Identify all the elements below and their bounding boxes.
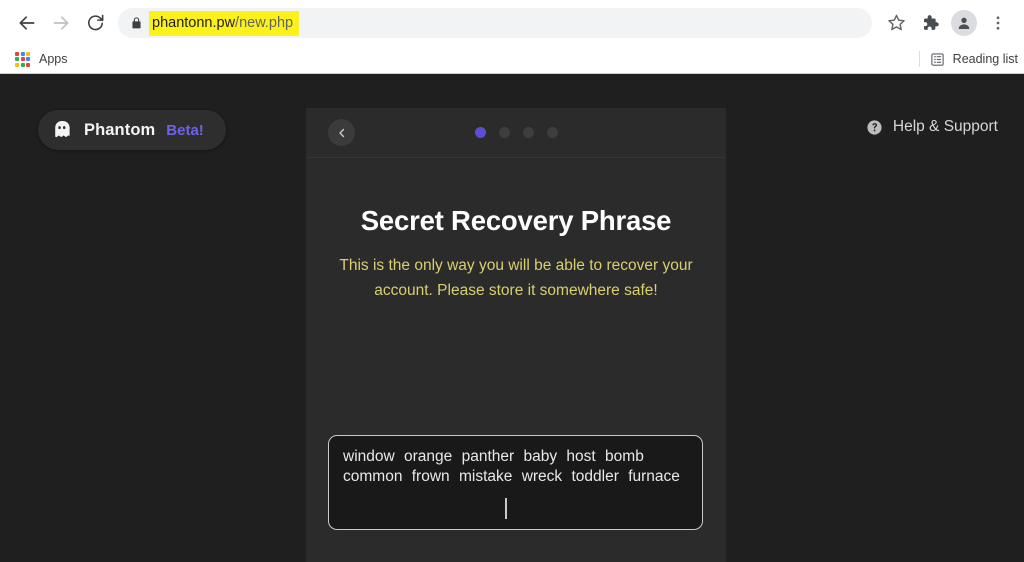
- extensions-button[interactable]: [914, 7, 946, 39]
- browser-chrome: phantonn.pw /new.php Apps Reading list: [0, 0, 1024, 74]
- arrow-left-icon: [19, 15, 35, 30]
- reading-list-icon: [930, 52, 945, 67]
- bookmark-apps-label: Apps: [39, 52, 68, 66]
- url-text: phantonn.pw /new.php: [149, 10, 300, 36]
- seed-word-4: baby: [523, 448, 558, 465]
- url-host: phantonn.pw: [152, 14, 236, 31]
- page-content: Phantom Beta! Help & Support Secret Reco…: [0, 74, 1024, 562]
- address-bar[interactable]: phantonn.pw /new.php: [118, 7, 872, 38]
- card-header: [306, 108, 726, 158]
- step-dot-2[interactable]: [498, 127, 510, 138]
- onboarding-card: Secret Recovery Phrase This is the only …: [306, 108, 726, 562]
- brand-beta-label: Beta!: [166, 121, 204, 139]
- page-title: Secret Recovery Phrase: [360, 205, 672, 236]
- browser-menu-button[interactable]: [982, 7, 1014, 39]
- bookmarks-divider: [918, 51, 920, 67]
- seed-word-6: bomb: [605, 448, 644, 465]
- seed-word-11: toddler: [571, 468, 619, 485]
- bookmarks-bar-right: Reading list: [918, 45, 1024, 73]
- seed-word-1: window: [343, 448, 395, 465]
- reload-button[interactable]: [78, 6, 112, 40]
- question-circle-icon: [866, 119, 883, 136]
- reload-icon: [87, 14, 103, 31]
- star-icon: [887, 14, 905, 31]
- profile-avatar-icon: [951, 9, 977, 36]
- seed-word-2: orange: [404, 448, 453, 465]
- seed-word-8: frown: [411, 468, 450, 485]
- seed-word-5: host: [566, 448, 596, 465]
- step-dot-3[interactable]: [522, 127, 534, 138]
- reading-list-button[interactable]: Reading list: [930, 52, 1024, 67]
- help-support-link[interactable]: Help & Support: [866, 118, 998, 136]
- phantom-brand-badge[interactable]: Phantom Beta!: [38, 110, 226, 150]
- seed-word-9: mistake: [458, 468, 513, 485]
- seed-word-7: common: [343, 468, 403, 485]
- step-dot-1[interactable]: [474, 127, 486, 138]
- ghost-icon: [51, 119, 73, 141]
- apps-grid-icon: [15, 51, 30, 67]
- reading-list-label: Reading list: [952, 52, 1018, 66]
- seed-word-3: panther: [461, 448, 515, 465]
- forward-button[interactable]: [44, 6, 78, 40]
- step-dot-4[interactable]: [546, 127, 558, 138]
- profile-button[interactable]: [948, 7, 980, 39]
- seed-word-10: wreck: [521, 468, 563, 485]
- toolbar-actions: [880, 7, 1014, 39]
- back-button[interactable]: [10, 6, 44, 40]
- seed-word-12: furnace: [628, 468, 680, 485]
- warning-text: This is the only way you will be able to…: [339, 257, 693, 299]
- seed-phrase-words: window orange panther baby host bomb com…: [343, 447, 688, 487]
- lock-icon: [130, 16, 143, 30]
- url-path: /new.php: [235, 14, 294, 31]
- text-caret: [505, 498, 507, 519]
- three-dot-menu-icon: [996, 15, 1000, 30]
- bookmarks-bar: Apps Reading list: [0, 45, 1024, 73]
- puzzle-icon: [924, 14, 939, 30]
- browser-toolbar: phantonn.pw /new.php: [0, 0, 1024, 45]
- seed-phrase-box[interactable]: window orange panther baby host bomb com…: [328, 435, 703, 530]
- browser-window: phantonn.pw /new.php Apps Reading list P…: [0, 0, 1024, 562]
- bookmark-star-button[interactable]: [880, 7, 912, 39]
- arrow-right-icon: [53, 15, 69, 30]
- help-support-label: Help & Support: [892, 118, 998, 135]
- bookmark-apps[interactable]: Apps: [11, 50, 72, 69]
- brand-name: Phantom: [84, 120, 156, 139]
- step-indicator: [306, 127, 726, 138]
